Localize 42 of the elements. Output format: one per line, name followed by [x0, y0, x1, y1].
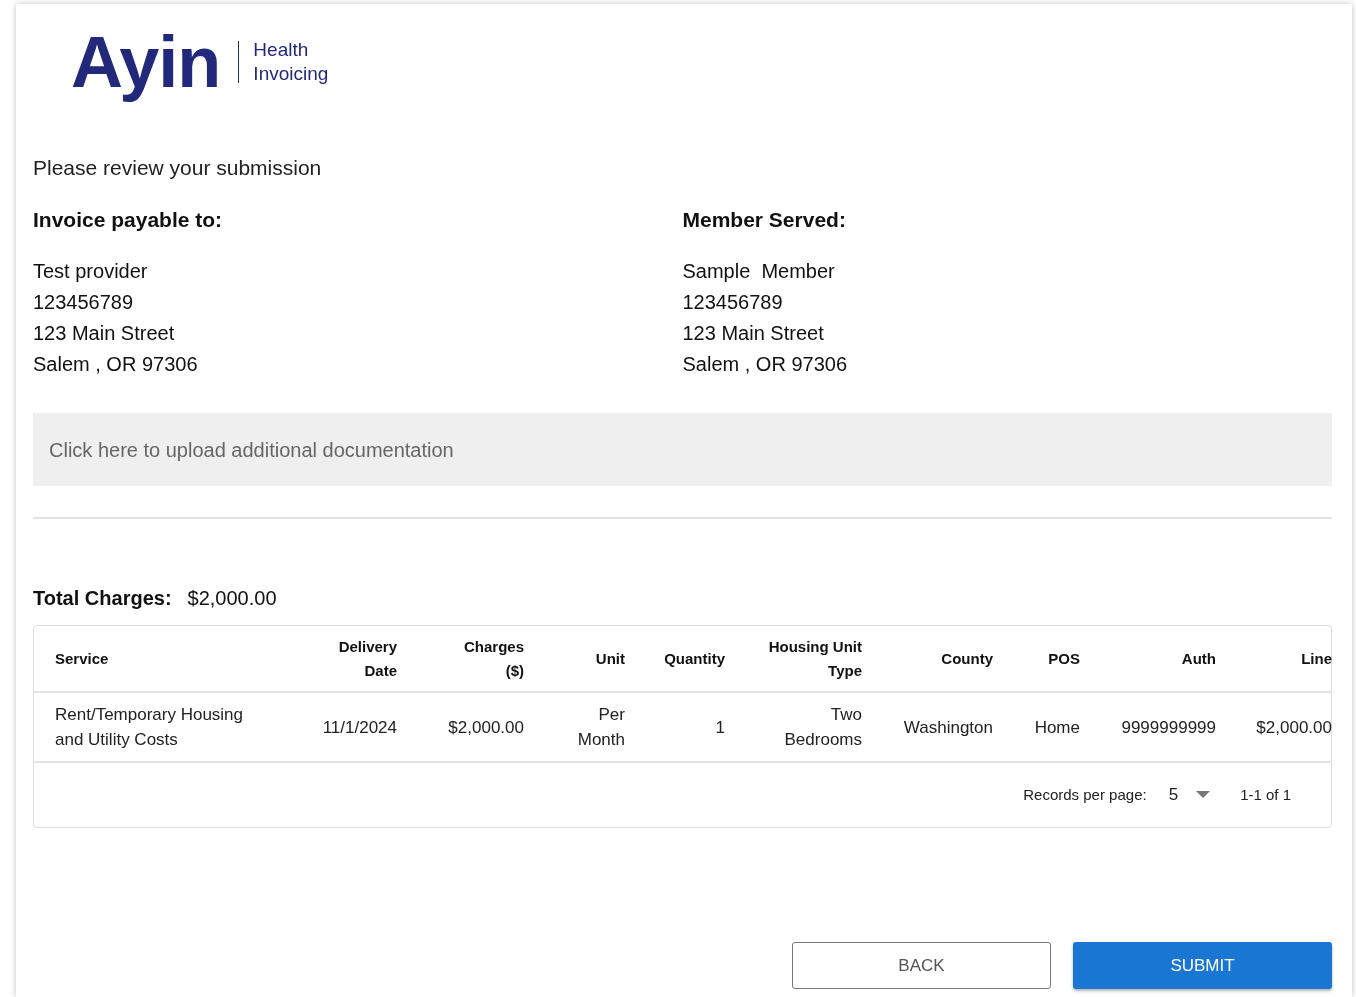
- submit-button[interactable]: SUBMIT: [1073, 942, 1332, 989]
- table-cell: Washington: [862, 692, 993, 762]
- column-header: Service: [34, 626, 292, 692]
- column-header: Auth: [1080, 626, 1216, 692]
- column-header: Unit: [524, 626, 625, 692]
- pagination-range: 1-1 of 1: [1240, 784, 1291, 805]
- column-header: Charges ($): [397, 626, 524, 692]
- address-line: 123456789: [682, 290, 784, 315]
- table-cell: $2,000.00: [397, 692, 524, 762]
- table-cell: 9999999999: [1080, 692, 1216, 762]
- column-header: Quantity: [625, 626, 725, 692]
- records-per-page-label: Records per page:: [1023, 784, 1147, 805]
- address-line: 123456789: [33, 290, 135, 315]
- section-title: Invoice payable to:: [33, 207, 224, 233]
- address-line: 123 Main Street: [682, 321, 825, 346]
- address-line: Salem , OR 97306: [33, 352, 199, 377]
- back-button[interactable]: BACK: [792, 942, 1051, 989]
- address-line: Test provider: [33, 259, 149, 284]
- column-header: Housing Unit Type: [725, 626, 862, 692]
- table-cell: $2,000.00: [1216, 692, 1332, 762]
- table-cell: 11/1/2024: [292, 692, 397, 762]
- column-header: County: [862, 626, 993, 692]
- address-line: Sample Member: [682, 259, 836, 284]
- column-header: Delivery Date: [292, 626, 397, 692]
- logo-tagline: Invoicing: [253, 62, 329, 86]
- records-per-page-select[interactable]: 5: [1168, 782, 1211, 808]
- address-line: Salem , OR 97306: [682, 352, 849, 377]
- section-title: Member Served:: [682, 207, 847, 233]
- table-cell: Home: [993, 692, 1080, 762]
- address-line: 123 Main Street: [33, 321, 176, 346]
- column-header: POS: [993, 626, 1080, 692]
- page-heading: Please review your submission: [33, 155, 323, 181]
- dropdown-caret-icon: [1196, 791, 1211, 799]
- total-charges-value: $2,000.00: [187, 586, 277, 611]
- total-charges-label: Total Charges:: [33, 586, 172, 611]
- table-cell: Per Month: [524, 692, 625, 762]
- table-cell: 1: [625, 692, 725, 762]
- logo-tagline: Health: [253, 38, 310, 62]
- table-cell: Rent/Temporary Housing and Utility Costs: [34, 692, 292, 762]
- upload-documentation-button[interactable]: Click here to upload additional documentation: [33, 413, 1332, 486]
- column-header: Line: [1216, 626, 1332, 692]
- table-cell: Two Bedrooms: [725, 692, 862, 762]
